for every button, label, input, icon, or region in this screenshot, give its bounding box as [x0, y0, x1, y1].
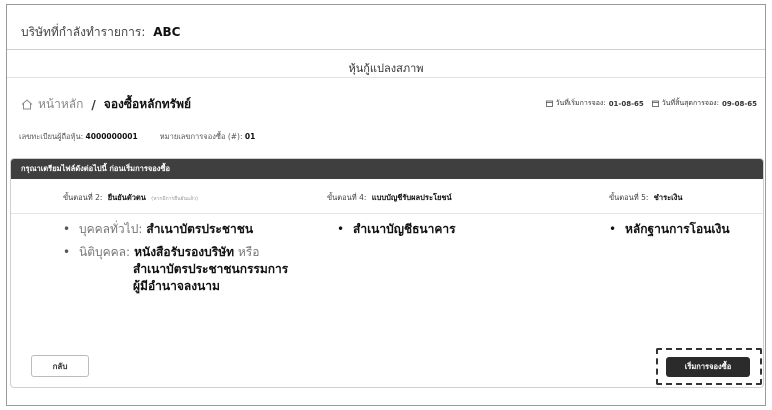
calendar-icon [545, 100, 553, 107]
list-item: บุคคลทั่วไป:สำเนาบัตรประชาชน [63, 221, 288, 238]
breadcrumb-current: จองซื้อหลักทรัพย์ [103, 97, 192, 111]
list-item: สำเนาบัญชีธนาคาร [337, 221, 456, 238]
end-date-label: วันที่สิ้นสุดการจอง: [661, 99, 719, 107]
juristic-document: หนังสือรับรองบริษัท [134, 245, 235, 259]
juristic-document-line2: สำเนาบัตรประชาชนกรรมการ [133, 262, 289, 276]
breadcrumb-home-label: หน้าหลัก [38, 97, 84, 111]
step-2-note: (หากมีการยืนยันแล้ว) [151, 196, 198, 202]
step-5-title: ชำระเงิน [653, 193, 683, 202]
juristic-document-line3: ผู้มีอำนาจลงนาม [133, 279, 220, 293]
subscription-dates: วันที่เริ่มการจอง: 01-08-65 วันที่สิ้นสุ… [545, 98, 757, 109]
subscription-number-label: หมายเลขการจองซื้อ (#): [159, 132, 243, 141]
subscription-number: หมายเลขการจองซื้อ (#): 01 [160, 131, 256, 143]
step-5-prefix: ขั้นตอนที่ 5: [609, 193, 649, 202]
divider [7, 49, 765, 50]
bank-book-document: สำเนาบัญชีธนาคาร [353, 222, 456, 236]
step-4: ขั้นตอนที่ 4: แบบบัญชีรับผลประโยชน์ [327, 192, 452, 204]
step-2-prefix: ขั้นตอนที่ 2: [63, 193, 103, 202]
required-documents-panel: กรุณาเตรียมไฟล์ดังต่อไปนี้ ก่อนเริ่มการจ… [10, 158, 764, 388]
start-subscription-button[interactable]: เริ่มการจองซื้อ [666, 357, 750, 377]
panel-header: กรุณาเตรียมไฟล์ดังต่อไปนี้ ก่อนเริ่มการจ… [11, 159, 763, 179]
end-date-value: 09-08-65 [721, 99, 757, 108]
step-4-prefix: ขั้นตอนที่ 4: [327, 193, 367, 202]
start-date-value: 01-08-65 [608, 99, 644, 108]
step-4-title: แบบบัญชีรับผลประโยชน์ [371, 193, 452, 202]
holder-number-label: เลขทะเบียนผู้ถือหุ้น: [19, 132, 84, 141]
step-2: ขั้นตอนที่ 2: ยืนยันตัวตน (หากมีการยืนยั… [63, 192, 198, 204]
company-value: ABC [153, 25, 181, 39]
juristic-label: นิติบุคคล: [79, 245, 131, 259]
company-label: บริษัทที่กำลังทำรายการ: [21, 25, 146, 39]
step-5-documents: หลักฐานการโอนเงิน [609, 221, 730, 244]
transfer-proof-document: หลักฐานการโอนเงิน [625, 222, 730, 236]
steps-row: ขั้นตอนที่ 2: ยืนยันตัวตน (หากมีการยืนยั… [11, 179, 763, 214]
breadcrumb-home[interactable]: หน้าหลัก [21, 95, 83, 114]
calendar-icon [651, 100, 659, 107]
juristic-or: หรือ [237, 245, 260, 259]
divider [7, 77, 765, 78]
subscription-info: เลขทะเบียนผู้ถือหุ้น: 4000000001 หมายเลข… [19, 131, 255, 143]
list-item: หลักฐานการโอนเงิน [609, 221, 730, 238]
end-date: วันที่สิ้นสุดการจอง: 09-08-65 [651, 98, 757, 109]
breadcrumb-separator: / [91, 97, 96, 112]
subscription-number-value: 01 [244, 132, 256, 141]
step-5: ขั้นตอนที่ 5: ชำระเงิน [609, 192, 683, 204]
page-title: หุ้นกู้แปลงสภาพ [348, 62, 424, 75]
step-2-documents: บุคคลทั่วไป:สำเนาบัตรประชาชน นิติบุคคล:ห… [63, 221, 288, 301]
step-4-documents: สำเนาบัญชีธนาคาร [337, 221, 456, 244]
start-date-label: วันที่เริ่มการจอง: [555, 99, 606, 107]
back-button[interactable]: กลับ [31, 355, 89, 377]
home-icon [21, 99, 33, 110]
individual-label: บุคคลทั่วไป: [79, 222, 143, 236]
holder-number-value: 4000000001 [85, 132, 138, 141]
individual-document: สำเนาบัตรประชาชน [146, 222, 254, 236]
list-item: นิติบุคคล:หนังสือรับรองบริษัท หรือ สำเนา… [63, 244, 288, 295]
company-bar: บริษัทที่กำลังทำรายการ: ABC [21, 23, 180, 42]
start-date: วันที่เริ่มการจอง: 01-08-65 [545, 98, 644, 109]
step-2-title: ยืนยันตัวตน [107, 193, 146, 202]
breadcrumb: หน้าหลัก / จองซื้อหลักทรัพย์ [21, 95, 191, 114]
holder-number: เลขทะเบียนผู้ถือหุ้น: 4000000001 [19, 131, 138, 143]
